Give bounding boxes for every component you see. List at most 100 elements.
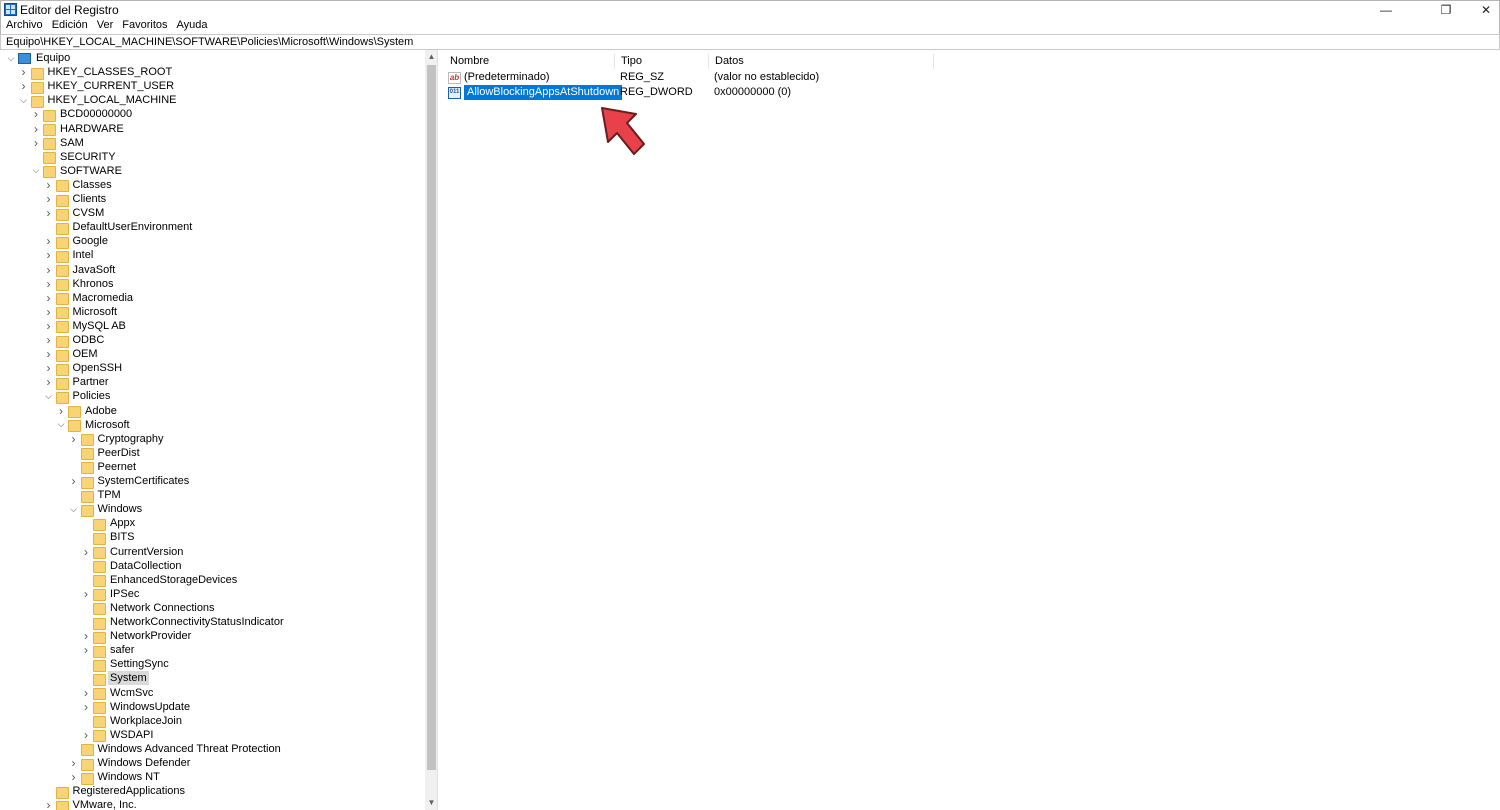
menu-ver[interactable]: Ver [97,18,114,34]
tree-item[interactable]: › JavaSoft [44,263,118,277]
tree-item[interactable]: Windows Advanced Threat Protection [69,742,283,757]
tree-item[interactable]: › OEM [44,347,100,362]
tree-item[interactable]: › Microsoft [44,305,120,320]
tree-item[interactable]: WorkplaceJoin [81,714,184,729]
menu-ayuda[interactable]: Ayuda [177,18,208,34]
chevron-right-icon[interactable]: › [44,234,54,248]
tree-item[interactable]: › NetworkProvider [81,629,193,644]
chevron-right-icon[interactable]: › [44,291,54,305]
tree-item[interactable]: ⌵ HKEY_LOCAL_MACHINE [19,93,179,108]
tree-item[interactable]: › CVSM [44,206,107,221]
chevron-right-icon[interactable]: › [44,206,54,220]
chevron-right-icon[interactable]: › [44,263,54,277]
tree-item[interactable]: BITS [81,530,136,545]
tree-item[interactable]: › Windows NT [69,770,162,785]
chevron-right-icon[interactable]: › [69,770,79,784]
menu-edicion[interactable]: Edición [52,18,88,34]
tree-item[interactable]: SECURITY [31,150,118,165]
chevron-right-icon[interactable]: › [69,756,79,770]
chevron-right-icon[interactable]: › [19,79,29,93]
tree-scrollbar[interactable]: ▲ ▼ [425,50,437,810]
tree-item[interactable]: System [81,671,149,686]
tree-item[interactable]: Peernet [69,460,139,475]
chevron-right-icon[interactable]: › [81,700,91,714]
tree-item[interactable]: › Cryptography [69,432,166,447]
tree-item[interactable]: ⌵ Policies [44,389,113,404]
tree-item[interactable]: › Khronos [44,277,116,292]
chevron-right-icon[interactable]: › [44,305,54,319]
tree-item[interactable]: RegisteredApplications [44,784,188,799]
chevron-down-icon[interactable]: ⌵ [69,502,79,516]
menu-archivo[interactable]: Archivo [6,18,43,34]
tree-item[interactable]: › OpenSSH [44,361,125,376]
tree-item[interactable]: ⌵ Windows [69,502,145,517]
chevron-right-icon[interactable]: › [81,686,91,700]
tree-item[interactable]: ⌵ SOFTWARE [31,164,124,179]
menu-favoritos[interactable]: Favoritos [122,18,167,34]
chevron-right-icon[interactable]: › [44,798,54,810]
tree-item[interactable]: › safer [81,643,136,658]
tree-item[interactable]: NetworkConnectivityStatusIndicator [81,615,286,630]
tree-item[interactable]: › Google [44,234,110,249]
chevron-right-icon[interactable]: › [69,432,79,446]
chevron-down-icon[interactable]: ⌵ [6,51,16,65]
chevron-right-icon[interactable]: › [19,65,29,79]
column-header-data[interactable]: Datos [709,54,934,69]
chevron-right-icon[interactable]: › [81,643,91,657]
close-button[interactable]: ✕ [1463,1,1500,19]
tree-item[interactable]: › MySQL AB [44,319,128,334]
tree-item[interactable]: › Intel [44,248,96,263]
chevron-right-icon[interactable]: › [44,178,54,192]
chevron-right-icon[interactable]: › [44,333,54,347]
chevron-down-icon[interactable]: ⌵ [31,164,41,178]
tree-item[interactable]: Network Connections [81,601,217,616]
chevron-right-icon[interactable]: › [44,361,54,375]
tree-item[interactable]: EnhancedStorageDevices [81,573,239,588]
tree-item[interactable]: › CurrentVersion [81,545,185,559]
minimize-button[interactable]: — [1363,1,1409,19]
chevron-right-icon[interactable]: › [81,545,91,559]
scrollbar-thumb[interactable] [427,65,436,770]
tree-item[interactable]: › Classes [44,178,114,193]
tree-item[interactable]: PeerDist [69,446,142,461]
chevron-down-icon[interactable]: ⌵ [19,93,29,107]
chevron-right-icon[interactable]: › [44,248,54,262]
tree-item[interactable]: › VMware, Inc. [44,798,139,810]
chevron-down-icon[interactable]: ⌵ [44,389,54,403]
tree-item[interactable]: DataCollection [81,559,184,574]
tree-item[interactable]: › WcmSvc [81,686,155,700]
chevron-right-icon[interactable]: › [44,319,54,333]
tree-item[interactable]: › HKEY_CLASSES_ROOT [19,65,175,80]
column-header-name[interactable]: Nombre [444,54,615,69]
tree-item[interactable]: ⌵ Microsoft [56,418,132,433]
chevron-right-icon[interactable]: › [44,277,54,291]
chevron-right-icon[interactable]: › [81,587,91,601]
chevron-right-icon[interactable]: › [44,347,54,361]
chevron-right-icon[interactable]: › [56,404,66,418]
tree-item[interactable]: › HARDWARE [31,122,126,136]
tree-item[interactable]: › WSDAPI [81,728,155,743]
tree-item[interactable]: › Windows Defender [69,756,193,771]
tree-item[interactable]: ⌵ Equipo [6,51,72,65]
tree-item[interactable]: › Macromedia [44,291,136,306]
scroll-down-icon[interactable]: ▼ [425,796,437,810]
chevron-right-icon[interactable]: › [69,474,79,488]
tree-item[interactable]: › IPSec [81,587,141,602]
chevron-right-icon[interactable]: › [81,728,91,742]
chevron-right-icon[interactable]: › [31,136,41,150]
tree-item[interactable]: › Adobe [56,404,119,418]
tree-item[interactable]: SettingSync [81,657,171,672]
tree-item[interactable]: Appx [81,516,137,531]
scroll-up-icon[interactable]: ▲ [425,50,437,64]
chevron-down-icon[interactable]: ⌵ [56,418,66,432]
tree-item[interactable]: › ODBC [44,333,107,348]
tree-item[interactable]: › SystemCertificates [69,474,192,489]
tree-item[interactable]: TPM [69,488,123,503]
tree-item[interactable]: › SAM [31,136,86,151]
tree-item[interactable]: › BCD00000000 [31,107,134,122]
tree-item[interactable]: DefaultUserEnvironment [44,220,195,235]
chevron-right-icon[interactable]: › [44,192,54,206]
tree-item[interactable]: › Clients [44,192,109,207]
tree-item[interactable]: › HKEY_CURRENT_USER [19,79,177,94]
address-bar[interactable]: Equipo\HKEY_LOCAL_MACHINE\SOFTWARE\Polic… [0,34,1500,50]
